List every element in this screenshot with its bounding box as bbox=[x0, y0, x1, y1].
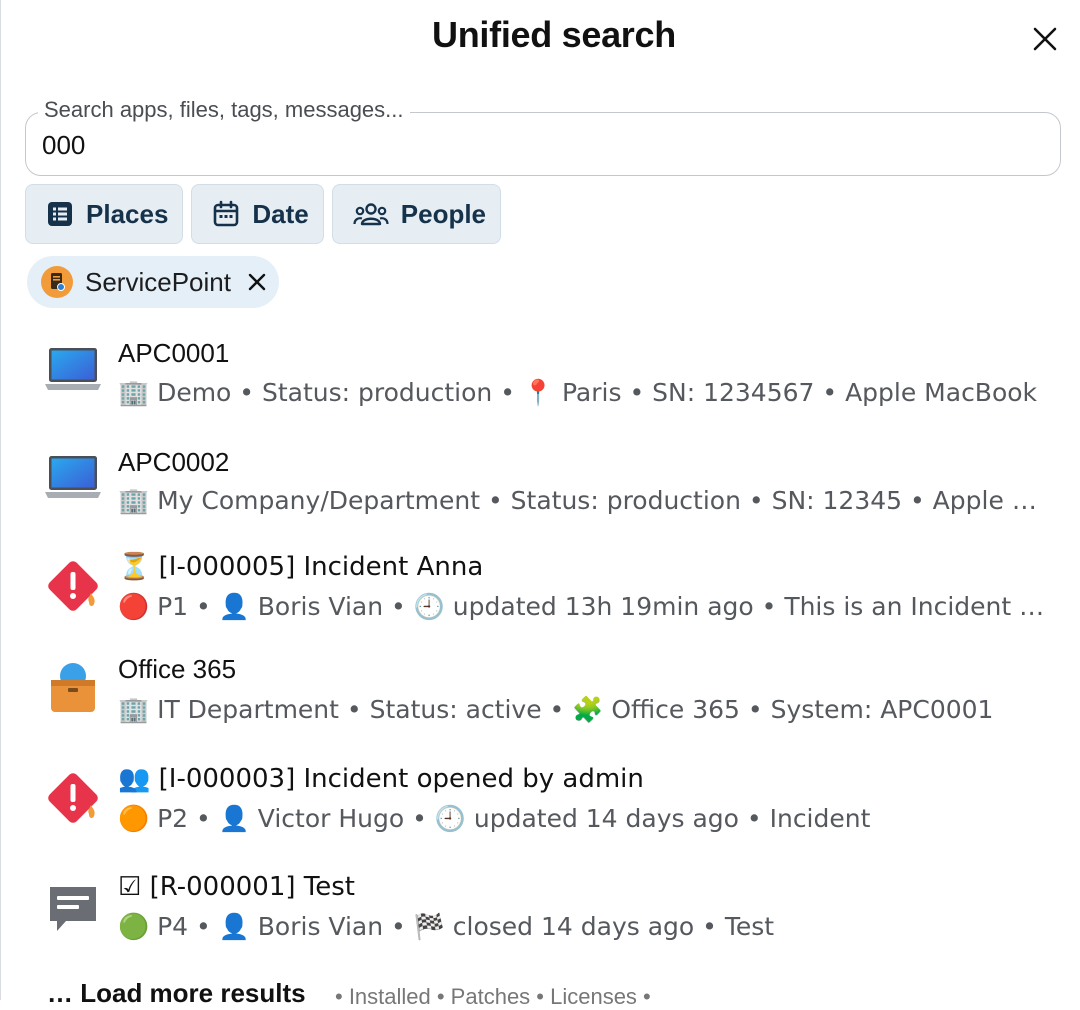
result-item[interactable]: ☑ [R-000001] Test 🟢 P4 • 👤 Boris Vian • … bbox=[1, 856, 1080, 956]
result-item[interactable]: APC0002 🏢 My Company/Department • Status… bbox=[1, 430, 1080, 530]
result-item[interactable]: APC0001 🏢 Demo • Status: production • 📍 … bbox=[1, 320, 1080, 420]
result-meta: 🟢 P4 • 👤 Boris Vian • 🏁 closed 14 days a… bbox=[118, 912, 775, 941]
people-filter-label: People bbox=[400, 198, 487, 229]
servicepoint-icon bbox=[41, 266, 73, 298]
servicepoint-filter-chip: ServicePoint bbox=[27, 256, 279, 308]
message-icon bbox=[43, 880, 103, 940]
dialog-title: Unified search bbox=[432, 14, 676, 55]
software-package-icon bbox=[43, 658, 103, 718]
date-filter-button[interactable]: Date bbox=[191, 184, 324, 244]
people-filter-button[interactable]: People bbox=[331, 184, 502, 244]
load-more-button[interactable]: … Load more results bbox=[47, 978, 306, 1009]
result-title: APC0002 bbox=[118, 447, 230, 477]
filter-bar: Places Date People bbox=[25, 184, 502, 244]
result-meta: 🔴 P1 • 👤 Boris Vian • 🕘 updated 13h 19mi… bbox=[118, 592, 1058, 621]
laptop-icon bbox=[43, 448, 103, 508]
chip-label: ServicePoint bbox=[85, 266, 231, 297]
result-title: ⏳ [I-000005] Incident Anna bbox=[118, 552, 484, 582]
result-meta: 🟠 P2 • 👤 Victor Hugo • 🕘 updated 14 days… bbox=[118, 804, 871, 833]
places-filter-button[interactable]: Places bbox=[25, 184, 184, 244]
close-button[interactable] bbox=[1027, 21, 1063, 57]
search-label: Search apps, files, tags, messages... bbox=[38, 97, 410, 123]
calendar-icon bbox=[214, 200, 239, 227]
result-meta: 🏢 Demo • Status: production • 📍 Paris • … bbox=[118, 378, 1038, 407]
laptop-icon bbox=[43, 340, 103, 400]
result-title: APC0001 bbox=[118, 338, 230, 368]
search-field[interactable]: Search apps, files, tags, messages... bbox=[25, 97, 1061, 176]
result-meta: 🏢 IT Department • Status: active • 🧩 Off… bbox=[118, 695, 994, 724]
result-item[interactable]: Office 365 🏢 IT Department • Status: act… bbox=[1, 640, 1080, 740]
result-title: Office 365 bbox=[118, 654, 237, 684]
result-title: 👥 [I-000003] Incident opened by admin bbox=[118, 764, 644, 794]
list-icon bbox=[48, 202, 72, 226]
close-icon bbox=[1033, 27, 1057, 51]
result-meta: 🏢 My Company/Department • Status: produc… bbox=[118, 486, 1058, 515]
date-filter-label: Date bbox=[252, 198, 309, 229]
incident-icon bbox=[43, 768, 103, 828]
incident-icon bbox=[43, 556, 103, 616]
unified-search-dialog: Unified search Search apps, files, tags,… bbox=[0, 0, 1080, 1009]
load-more-hint: • Installed • Patches • Licenses • bbox=[335, 984, 651, 1009]
places-filter-label: Places bbox=[86, 198, 169, 229]
search-input[interactable] bbox=[42, 127, 1042, 163]
result-item[interactable]: ⏳ [I-000005] Incident Anna 🔴 P1 • 👤 Bori… bbox=[1, 536, 1080, 636]
close-icon bbox=[248, 273, 266, 291]
result-item[interactable]: 👥 [I-000003] Incident opened by admin 🟠 … bbox=[1, 748, 1080, 848]
result-title: ☑ [R-000001] Test bbox=[118, 872, 355, 902]
people-icon bbox=[353, 203, 389, 226]
remove-filter-button[interactable] bbox=[247, 272, 267, 292]
